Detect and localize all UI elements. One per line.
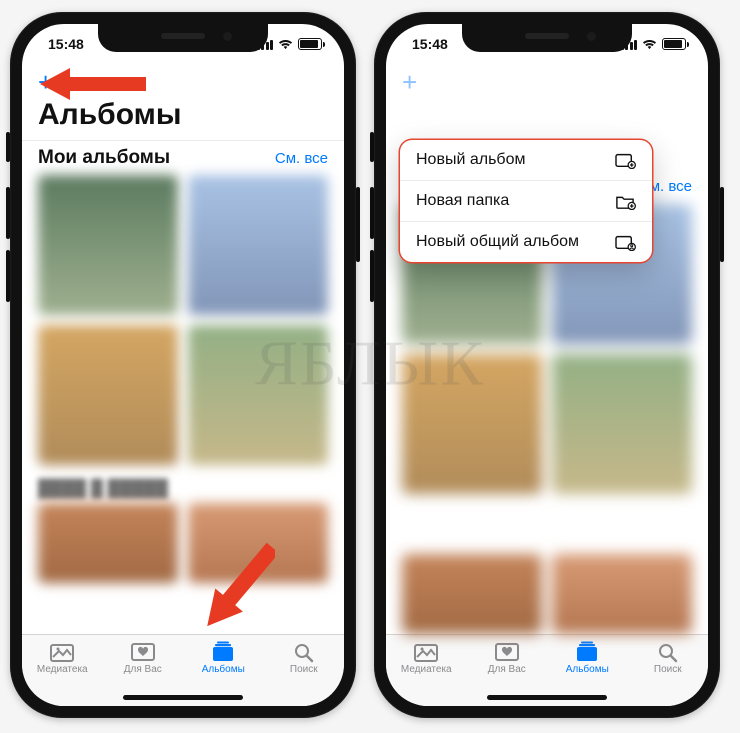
status-time: 15:48 <box>412 36 448 52</box>
menu-new-shared-album[interactable]: Новый общий альбом <box>400 222 652 262</box>
album-thumb[interactable] <box>188 175 328 315</box>
menu-label: Новый альбом <box>416 151 525 169</box>
albums-grid[interactable] <box>22 175 344 465</box>
battery-icon <box>298 38 322 50</box>
tab-search[interactable]: Поиск <box>264 641 345 706</box>
section-title: Мои альбомы <box>38 147 170 169</box>
volume-down <box>370 250 374 302</box>
album-add-icon <box>614 151 636 169</box>
notch <box>462 24 632 52</box>
add-button[interactable]: + <box>402 69 417 95</box>
tab-label: Для Вас <box>124 664 162 675</box>
places-grid[interactable] <box>22 503 344 583</box>
wifi-icon <box>642 39 657 50</box>
home-indicator[interactable] <box>487 695 607 700</box>
nav-bar: + <box>386 64 708 98</box>
phone-right: 15:48 + См. все <box>374 12 720 718</box>
tab-search[interactable]: Поиск <box>628 641 709 706</box>
volume-up <box>370 187 374 239</box>
add-context-menu: Новый альбом Новая папка Новый общий аль… <box>400 140 652 262</box>
wifi-icon <box>278 39 293 50</box>
tab-label: Поиск <box>654 664 682 675</box>
home-indicator[interactable] <box>123 695 243 700</box>
library-icon <box>413 641 439 663</box>
tab-bar: Медиатека Для Вас Альбомы <box>22 634 344 706</box>
volume-down <box>6 250 10 302</box>
mute-switch <box>370 132 374 162</box>
albums-icon <box>210 641 236 663</box>
menu-label: Новая папка <box>416 192 509 210</box>
notch <box>98 24 268 52</box>
status-time: 15:48 <box>48 36 84 52</box>
heart-icon <box>130 641 156 663</box>
tab-label: Альбомы <box>566 664 609 675</box>
power-button <box>720 187 724 262</box>
tab-label: Альбомы <box>202 664 245 675</box>
tab-label: Медиатека <box>401 664 452 675</box>
album-thumb[interactable] <box>38 325 178 465</box>
tab-label: Медиатека <box>37 664 88 675</box>
tab-library[interactable]: Медиатека <box>22 641 103 706</box>
battery-icon <box>662 38 686 50</box>
search-icon <box>291 641 317 663</box>
tab-label: Поиск <box>290 664 318 675</box>
annotation-arrow <box>205 532 275 642</box>
volume-up <box>6 187 10 239</box>
section-header: Мои альбомы См. все <box>22 140 344 175</box>
search-icon <box>655 641 681 663</box>
album-thumb[interactable] <box>38 175 178 315</box>
see-all-link[interactable]: См. все <box>275 150 328 167</box>
phone-left: 15:48 + Альбомы Мои альбомы См. все <box>10 12 356 718</box>
menu-new-album[interactable]: Новый альбом <box>400 140 652 181</box>
tab-bar: Медиатека Для Вас Альбомы <box>386 634 708 706</box>
annotation-arrow <box>40 60 150 108</box>
power-button <box>356 187 360 262</box>
place-thumb[interactable] <box>38 503 178 583</box>
menu-label: Новый общий альбом <box>416 233 579 251</box>
album-thumb[interactable] <box>188 325 328 465</box>
shared-album-icon <box>614 233 636 251</box>
tab-label: Для Вас <box>488 664 526 675</box>
menu-new-folder[interactable]: Новая папка <box>400 181 652 222</box>
heart-icon <box>494 641 520 663</box>
tab-library[interactable]: Медиатека <box>386 641 467 706</box>
folder-add-icon <box>614 192 636 210</box>
section-header-2: ████ █ █████ <box>22 465 344 503</box>
albums-icon <box>574 641 600 663</box>
library-icon <box>49 641 75 663</box>
mute-switch <box>6 132 10 162</box>
